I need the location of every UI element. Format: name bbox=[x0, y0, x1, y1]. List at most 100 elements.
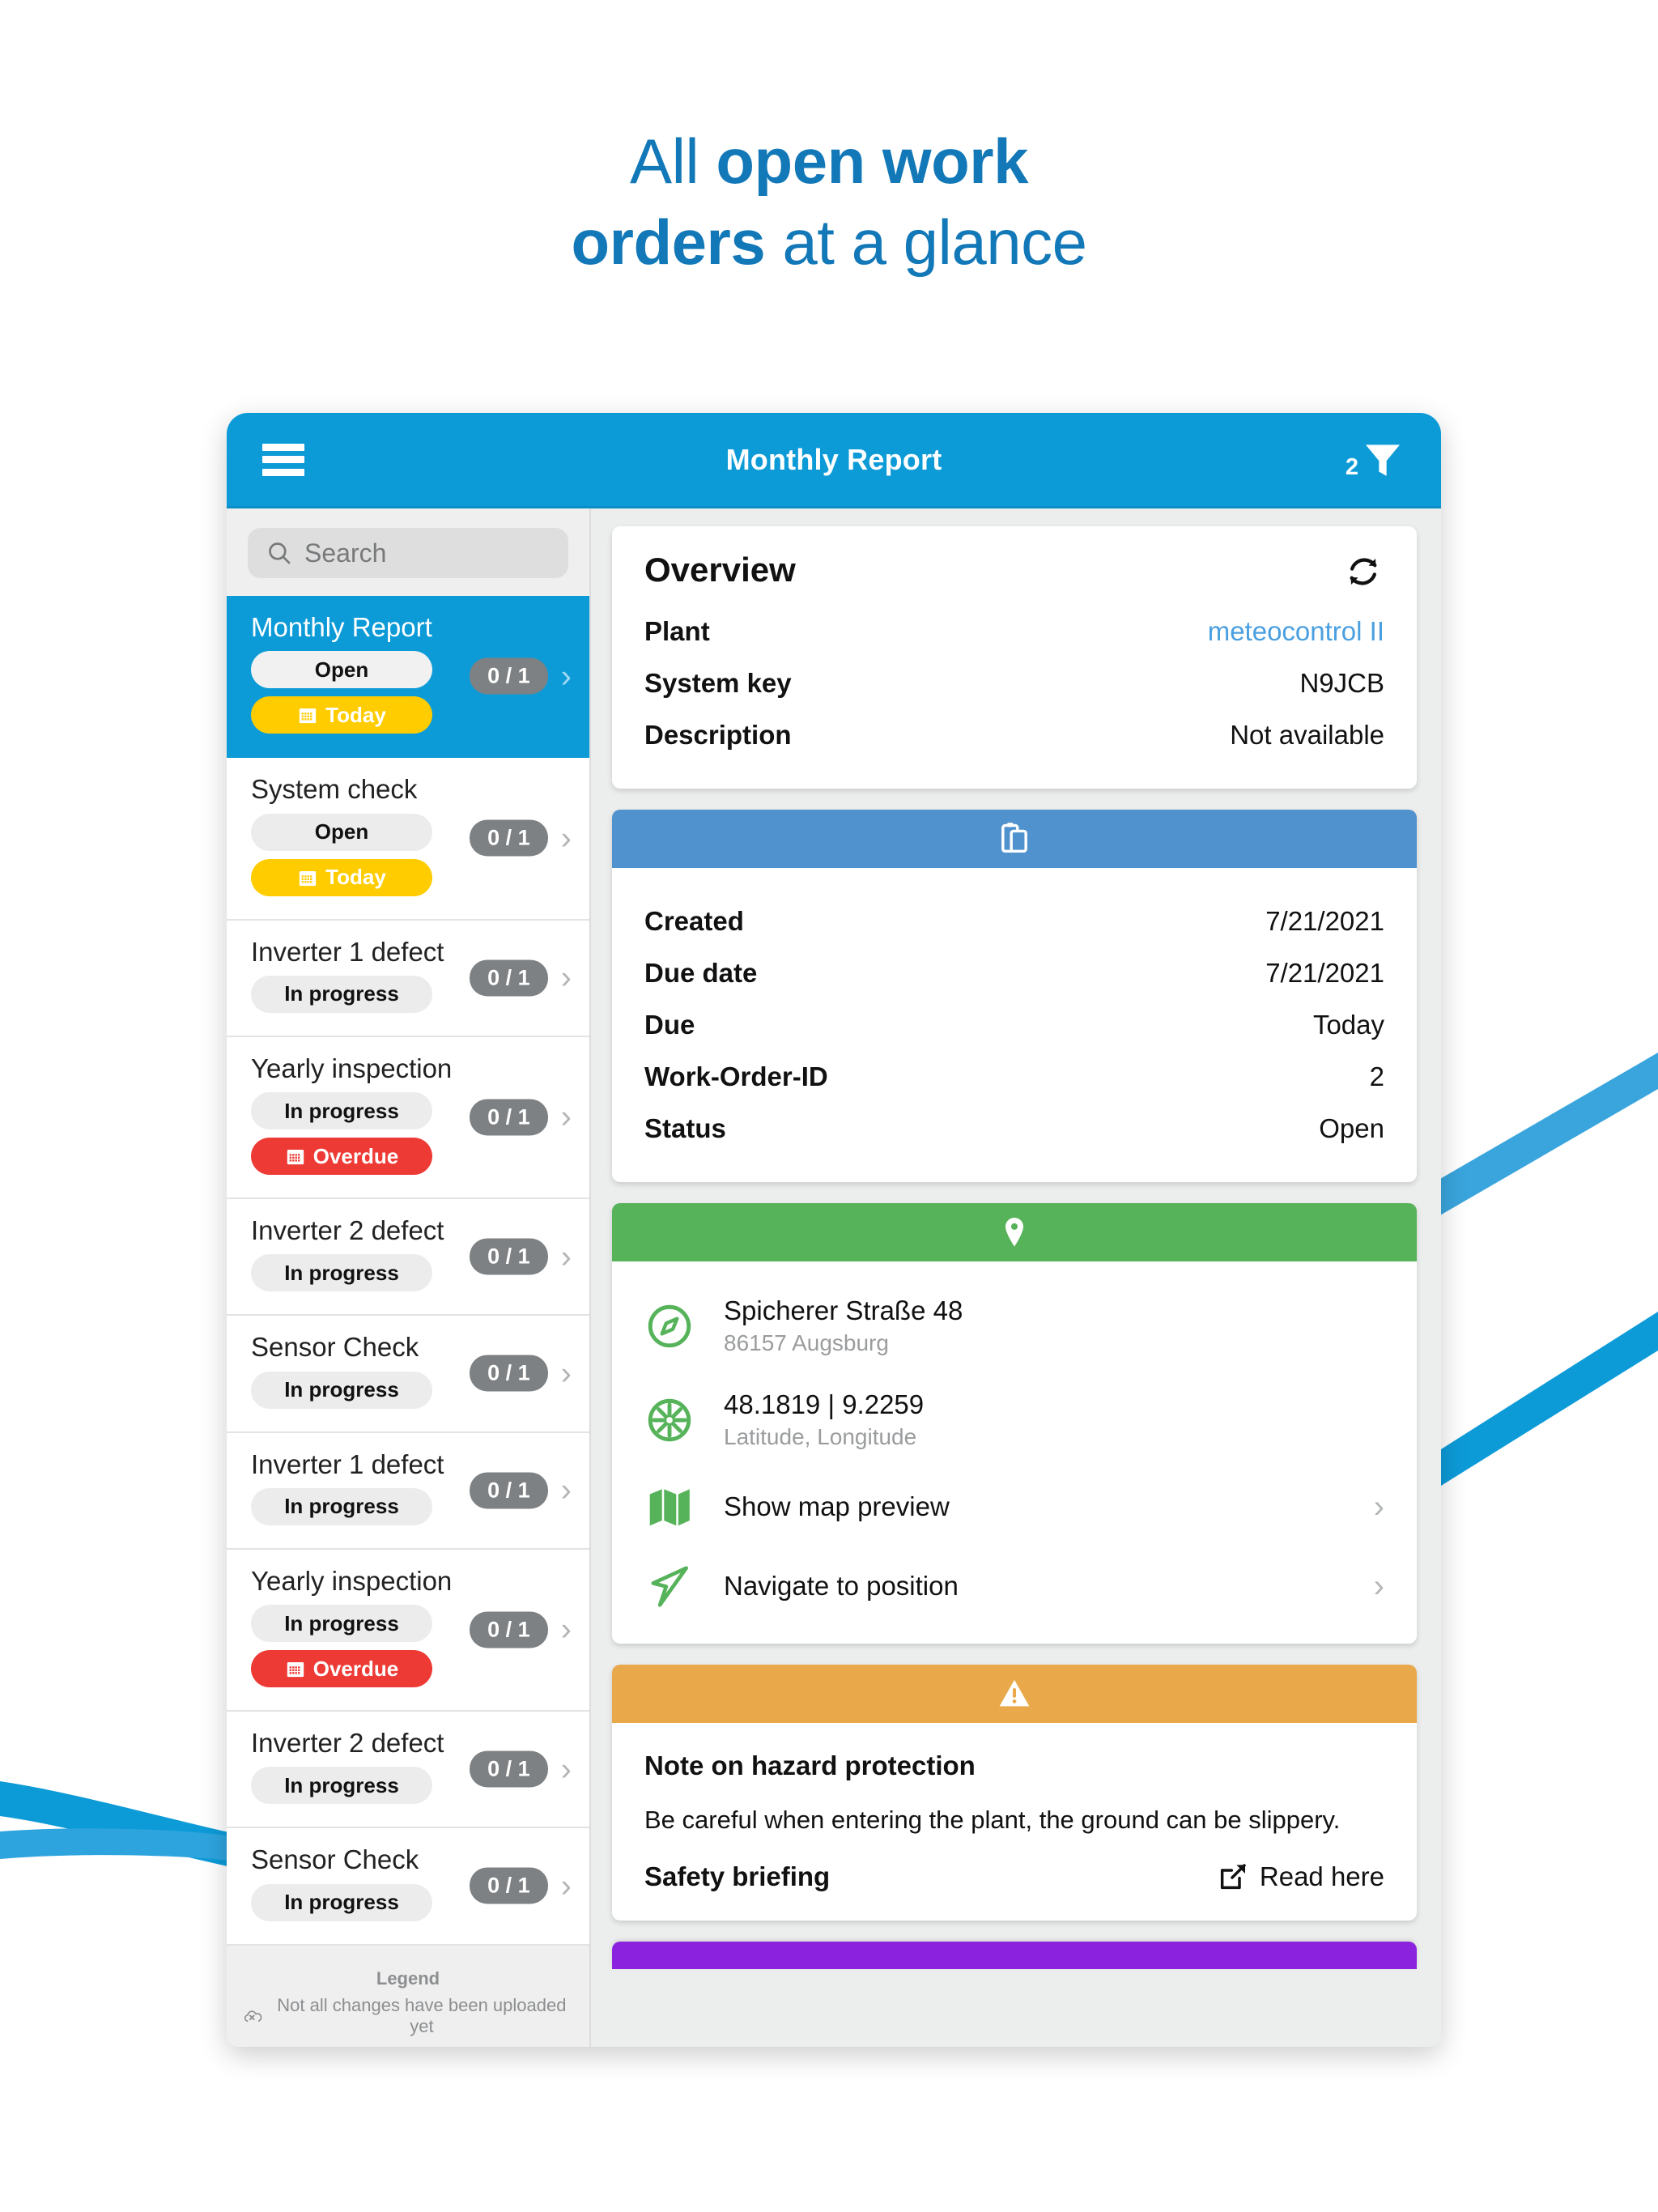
detail-pane: Overview Plant meteocontrol II System key N… bbox=[591, 508, 1441, 2047]
chevron-right-icon: › bbox=[560, 1355, 572, 1392]
page-title: Monthly Report bbox=[725, 442, 942, 476]
chevron-right-icon: › bbox=[560, 1611, 572, 1648]
location-coords-row: 48.1819 | 9.2259 Latitude, Longitude bbox=[644, 1373, 1384, 1467]
due-badge-label: Today bbox=[325, 702, 386, 727]
task-count-badge: 0 / 1 bbox=[470, 1750, 548, 1788]
field-label: Created bbox=[644, 906, 744, 936]
status-badge: Open bbox=[251, 651, 432, 689]
app-bar: Monthly Report 2 bbox=[227, 413, 1441, 508]
status-badge: In progress bbox=[251, 1767, 432, 1805]
hamburger-icon[interactable] bbox=[262, 443, 304, 476]
work-order-list-item[interactable]: Inverter 1 defect In progress 0 / 1 › bbox=[227, 920, 589, 1037]
work-order-title: Monthly Report bbox=[251, 612, 432, 642]
status-badge: In progress bbox=[251, 1092, 432, 1129]
address-secondary: 86157 Augsburg bbox=[724, 1330, 889, 1356]
map-pin-icon bbox=[1005, 1218, 1023, 1247]
overview-field-row: System key N9JCB bbox=[644, 657, 1384, 709]
due-badge: Today bbox=[251, 696, 432, 734]
show-map-preview-action[interactable]: Show map preview › bbox=[644, 1467, 1384, 1546]
calendar-icon bbox=[299, 870, 317, 886]
work-order-field-row: Due date 7/21/2021 bbox=[644, 947, 1384, 999]
chevron-right-icon: › bbox=[560, 959, 572, 996]
calendar-icon-wrap bbox=[285, 1146, 306, 1167]
overview-title: Overview bbox=[644, 551, 796, 589]
show-map-preview-label: Show map preview bbox=[724, 1491, 950, 1522]
headline-line2-bold: orders bbox=[571, 206, 766, 278]
calendar-icon bbox=[299, 708, 317, 724]
field-label: Plant bbox=[644, 616, 710, 646]
task-count-badge: 0 / 1 bbox=[470, 959, 548, 997]
app-body: Search Monthly Report Open Today 0 / 1 › Syst… bbox=[227, 508, 1441, 2047]
work-order-list-item[interactable]: Sensor Check In progress 0 / 1 › bbox=[227, 1316, 589, 1433]
hazard-footer: Safety briefing Read here bbox=[644, 1861, 1384, 1893]
work-order-title: System check bbox=[251, 774, 418, 805]
calendar-icon-wrap bbox=[297, 704, 318, 725]
field-label: Due bbox=[644, 1010, 695, 1040]
work-order-field-row: Work-Order-ID 2 bbox=[644, 1051, 1384, 1103]
location-card-header bbox=[612, 1203, 1417, 1261]
overview-field-row: Description Not available bbox=[644, 709, 1384, 761]
headline-line1-plain: All bbox=[630, 125, 716, 197]
screenshot-root: All open work orders at a glance Monthly… bbox=[0, 0, 1658, 2212]
task-count-badge: 0 / 1 bbox=[470, 657, 548, 695]
work-order-list-item[interactable]: Inverter 2 defect In progress 0 / 1 › bbox=[227, 1712, 589, 1829]
work-order-list-item[interactable]: Yearly inspection In progress Overdue 0 / 1… bbox=[227, 1549, 589, 1712]
due-badge-label: Today bbox=[325, 865, 386, 889]
due-badge: Overdue bbox=[251, 1650, 432, 1687]
work-order-list-item[interactable]: System check Open Today 0 / 1 › bbox=[227, 758, 589, 921]
work-order-list-item[interactable]: Yearly inspection In progress Overdue 0 / 1… bbox=[227, 1036, 589, 1199]
calendar-icon bbox=[287, 1149, 304, 1165]
chevron-right-icon: › bbox=[560, 1239, 572, 1275]
status-badge: In progress bbox=[251, 1254, 432, 1292]
navigate-to-position-action[interactable]: Navigate to position › bbox=[644, 1546, 1384, 1626]
search-input[interactable]: Search bbox=[248, 528, 568, 578]
task-count-badge: 0 / 1 bbox=[470, 819, 548, 857]
work-order-sidebar: Search Monthly Report Open Today 0 / 1 › Syst… bbox=[227, 508, 591, 2047]
work-order-title: Yearly inspection bbox=[251, 1565, 453, 1596]
read-here-link[interactable]: Read here bbox=[1217, 1861, 1384, 1893]
work-order-list-item[interactable]: Sensor Check In progress 0 / 1 › bbox=[227, 1828, 589, 1946]
compass-icon bbox=[648, 1304, 691, 1348]
chevron-right-icon: › bbox=[1373, 1489, 1384, 1525]
calendar-icon-wrap bbox=[297, 867, 318, 888]
due-badge-label: Overdue bbox=[312, 1656, 399, 1681]
headline-line-1: All open work bbox=[0, 121, 1658, 202]
chevron-right-icon: › bbox=[560, 1472, 572, 1508]
status-badge: In progress bbox=[251, 975, 432, 1013]
work-order-field-row: Status Open bbox=[644, 1103, 1384, 1155]
work-order-card: Created 7/21/2021 Due date 7/21/2021 Due Toda… bbox=[612, 810, 1417, 1182]
app-window: Monthly Report 2 Search Monthly Report O… bbox=[227, 413, 1441, 2047]
refresh-icon[interactable] bbox=[1342, 551, 1384, 593]
legend-entry-label: Not all changes have been uploaded yet bbox=[277, 1994, 567, 2036]
field-label: Work-Order-ID bbox=[644, 1061, 828, 1091]
chevron-right-icon: › bbox=[560, 1099, 572, 1135]
legend-title: Legend bbox=[376, 1967, 440, 1989]
work-order-field-row: Created 7/21/2021 bbox=[644, 895, 1384, 947]
filter-button[interactable]: 2 bbox=[1346, 437, 1405, 483]
work-order-list-item[interactable]: Inverter 1 defect In progress 0 / 1 › bbox=[227, 1432, 589, 1550]
purple-card-strip[interactable] bbox=[612, 1942, 1417, 1970]
status-badge: In progress bbox=[251, 1605, 432, 1642]
field-value[interactable]: meteocontrol II bbox=[1208, 616, 1384, 647]
clipboard-icon bbox=[1001, 823, 1027, 853]
hazard-text: Be careful when entering the plant, the … bbox=[644, 1806, 1341, 1835]
hazard-card: Note on hazard protection Be careful whe… bbox=[612, 1665, 1417, 1921]
coords-secondary: Latitude, Longitude bbox=[724, 1424, 917, 1450]
field-value: 7/21/2021 bbox=[1265, 958, 1384, 988]
location-address-row: Spicherer Straße 48 86157 Augsburg bbox=[644, 1279, 1384, 1373]
hazard-card-header bbox=[612, 1665, 1417, 1724]
work-order-list-item[interactable]: Monthly Report Open Today 0 / 1 › bbox=[227, 596, 589, 759]
due-badge: Today bbox=[251, 858, 432, 896]
task-count-badge: 0 / 1 bbox=[470, 1099, 548, 1136]
field-label: Description bbox=[644, 720, 792, 750]
work-order-rows: Created 7/21/2021 Due date 7/21/2021 Due Toda… bbox=[612, 868, 1417, 1182]
overview-header: Overview bbox=[612, 526, 1417, 598]
search-area: Search bbox=[227, 508, 589, 596]
work-order-list-item[interactable]: Inverter 2 defect In progress 0 / 1 › bbox=[227, 1199, 589, 1317]
map-icon bbox=[649, 1489, 690, 1526]
navigate-to-position-label: Navigate to position bbox=[724, 1571, 959, 1602]
filter-count-badge: 2 bbox=[1345, 453, 1358, 480]
navigation-icon bbox=[651, 1566, 688, 1607]
task-count-badge: 0 / 1 bbox=[470, 1238, 548, 1275]
task-count-badge: 0 / 1 bbox=[470, 1355, 548, 1392]
